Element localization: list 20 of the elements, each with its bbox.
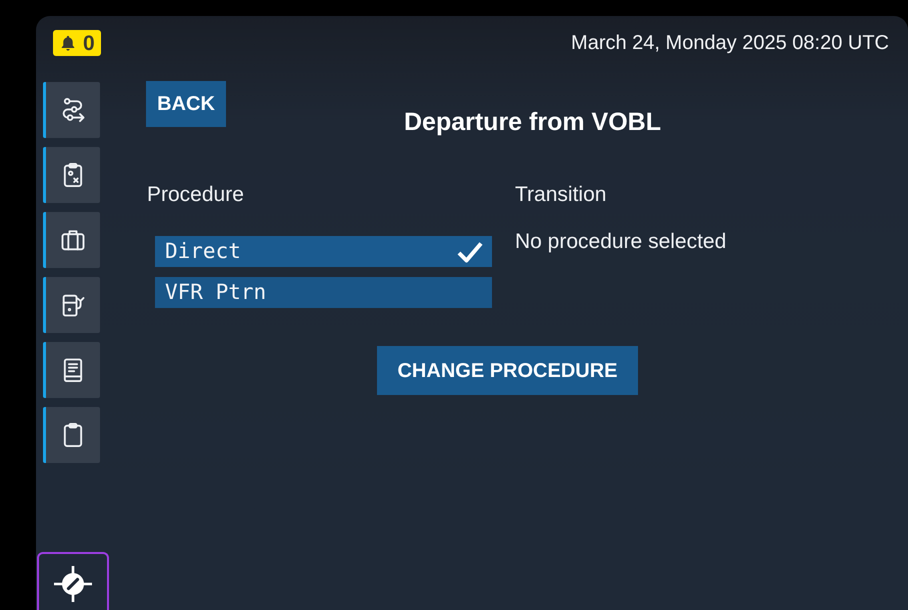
- sidebar-button[interactable]: [43, 407, 100, 463]
- sidebar-button[interactable]: [43, 342, 100, 398]
- transition-status: No procedure selected: [515, 230, 728, 254]
- procedure-option[interactable]: Direct: [155, 236, 492, 267]
- change-procedure-button[interactable]: CHANGE PROCEDURE: [377, 346, 638, 395]
- bell-icon: [59, 34, 77, 52]
- procedure-option[interactable]: VFR Ptrn: [155, 277, 492, 308]
- sidebar-button[interactable]: [43, 82, 100, 138]
- back-button[interactable]: BACK: [146, 81, 226, 127]
- crosshair-button[interactable]: [37, 552, 109, 610]
- page-title: Departure from VOBL: [404, 107, 661, 137]
- sidebar-button[interactable]: [43, 277, 100, 333]
- alert-badge[interactable]: 0: [53, 30, 101, 56]
- sidebar-button[interactable]: [43, 147, 100, 203]
- check-icon: [457, 240, 483, 262]
- section-label: Procedure: [147, 183, 245, 207]
- date-time: March 24, Monday 2025 08:20 UTC: [571, 31, 889, 56]
- crosshair-icon: [54, 566, 92, 602]
- section-label: Transition: [515, 183, 608, 207]
- sidebar-button[interactable]: [43, 212, 100, 268]
